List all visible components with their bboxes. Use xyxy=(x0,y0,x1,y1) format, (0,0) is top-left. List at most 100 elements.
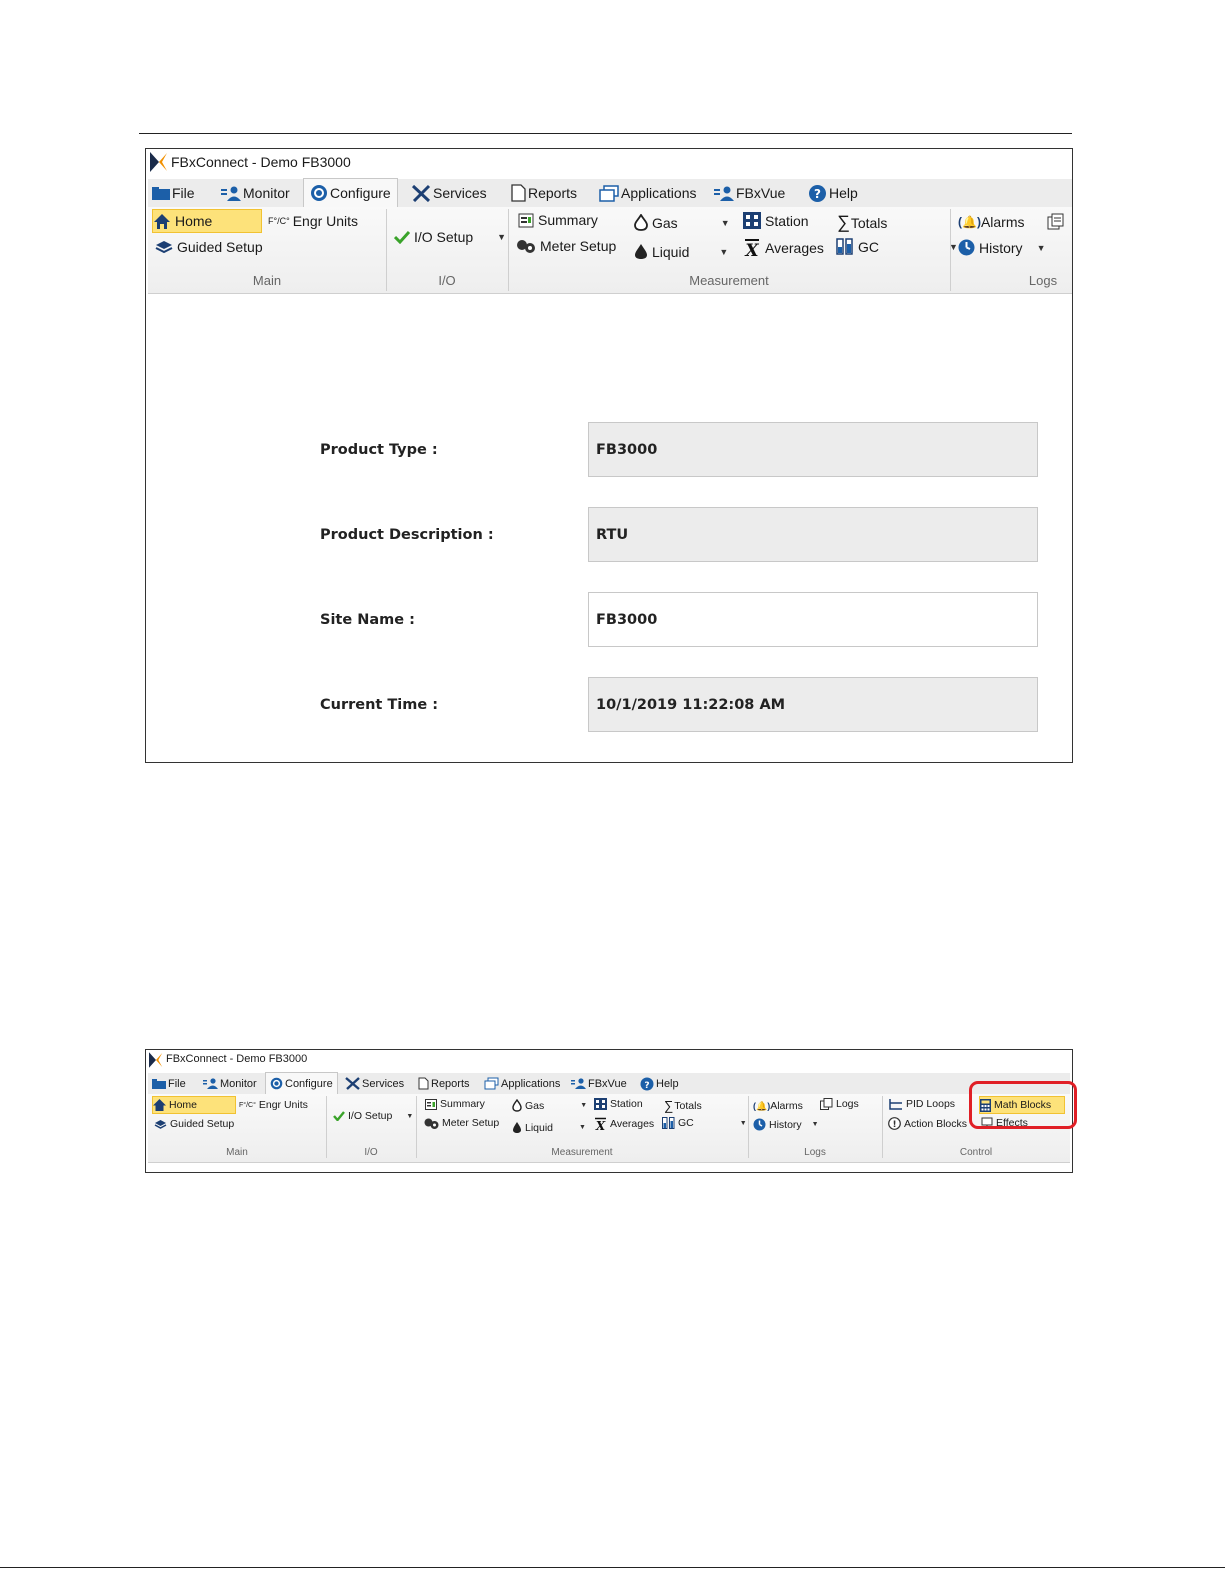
ribbon: Home F°/C° Engr Units Guided Setup Main … xyxy=(148,1094,1070,1163)
fbxvue-icon xyxy=(571,1078,586,1089)
tab-applications[interactable]: Applications xyxy=(484,1073,560,1094)
tab-help[interactable]: ? Help xyxy=(640,1073,679,1094)
totals-label: Totals xyxy=(674,1099,702,1112)
meter-setup-button[interactable]: Meter Setup xyxy=(516,238,616,254)
chevron-down-icon[interactable]: ▼ xyxy=(740,1120,747,1127)
group-logs-label: Logs xyxy=(804,1147,826,1158)
tab-fbxvue[interactable]: FBxVue xyxy=(571,1073,627,1094)
history-label: History xyxy=(979,239,1023,256)
group-main-label: Main xyxy=(226,1147,248,1158)
averages-label: Averages xyxy=(610,1118,655,1130)
averages-button[interactable]: X Averages xyxy=(594,1117,654,1131)
meter-setup-button[interactable]: Meter Setup xyxy=(424,1117,499,1129)
document-icon xyxy=(511,184,526,202)
chevron-down-icon[interactable]: ▼ xyxy=(406,1113,413,1120)
ribbon-separator xyxy=(950,209,951,291)
tab-applications-label: Applications xyxy=(501,1077,561,1090)
gas-button[interactable]: Gas ▼ xyxy=(512,1099,587,1112)
chevron-down-icon[interactable]: ▼ xyxy=(1037,243,1046,253)
tab-services[interactable]: Services xyxy=(411,179,487,207)
tab-configure[interactable]: Configure xyxy=(303,178,398,207)
liquid-button[interactable]: Liquid ▼ xyxy=(634,243,728,260)
gc-button[interactable]: GC ▼ xyxy=(836,238,958,255)
alarms-button[interactable]: (🔔) Alarms xyxy=(958,214,1025,230)
history-label: History xyxy=(769,1118,802,1131)
gc-button[interactable]: GC ▼ xyxy=(662,1117,747,1129)
group-io-label: I/O xyxy=(364,1147,378,1158)
pid-loops-button[interactable]: PID Loops xyxy=(889,1098,955,1110)
meter-setup-icon xyxy=(516,239,536,253)
tab-reports[interactable]: Reports xyxy=(511,179,577,207)
tab-help[interactable]: ? Help xyxy=(808,179,858,207)
alarms-button[interactable]: (🔔) Alarms xyxy=(753,1100,803,1112)
chevron-down-icon[interactable]: ▼ xyxy=(580,1102,587,1109)
tab-applications[interactable]: Applications xyxy=(599,179,697,207)
action-blocks-icon: ! xyxy=(888,1117,901,1130)
windows-icon xyxy=(599,184,619,202)
meter-setup-icon xyxy=(424,1118,439,1129)
product-type-label: Product Type : xyxy=(320,442,438,458)
chevron-down-icon[interactable]: ▼ xyxy=(719,247,728,257)
logs-button[interactable]: Logs xyxy=(820,1098,859,1110)
history-button[interactable]: History ▼ xyxy=(753,1118,819,1131)
menu-tab-bar: File Monitor Configure Services Reports … xyxy=(148,1072,1070,1094)
chevron-down-icon[interactable]: ▼ xyxy=(579,1124,586,1131)
engr-units-button[interactable]: F°/C° Engr Units xyxy=(268,213,358,229)
engr-units-icon: F°/C° xyxy=(268,216,290,226)
tab-services[interactable]: Services xyxy=(345,1073,404,1094)
totals-button[interactable]: ∑ Totals xyxy=(837,212,887,233)
windows-icon xyxy=(484,1077,499,1090)
station-label: Station xyxy=(765,212,809,229)
io-setup-label: I/O Setup xyxy=(414,229,474,245)
chevron-down-icon[interactable]: ▼ xyxy=(721,218,730,228)
tab-file[interactable]: File xyxy=(152,1073,186,1094)
io-setup-button[interactable]: I/O Setup ▼ xyxy=(394,229,506,245)
io-setup-button[interactable]: I/O Setup ▼ xyxy=(333,1110,413,1122)
gc-icon xyxy=(836,238,854,255)
totals-button[interactable]: ∑ Totals xyxy=(664,1098,702,1113)
station-icon xyxy=(743,212,761,229)
home-icon xyxy=(153,1099,166,1111)
tab-fbxvue[interactable]: FBxVue xyxy=(714,179,785,207)
tab-reports[interactable]: Reports xyxy=(418,1073,470,1094)
site-name-field[interactable]: FB3000 xyxy=(588,592,1038,647)
tab-file[interactable]: File xyxy=(152,179,195,207)
tab-monitor-label: Monitor xyxy=(243,185,290,201)
tab-configure-label: Configure xyxy=(330,185,391,201)
home-button[interactable]: Home xyxy=(152,1096,236,1114)
station-button[interactable]: Station xyxy=(743,212,809,229)
averages-button[interactable]: X Averages xyxy=(743,238,824,257)
chevron-down-icon[interactable]: ▼ xyxy=(812,1121,819,1128)
engr-units-button[interactable]: F°/C° Engr Units xyxy=(239,1099,308,1111)
tab-monitor[interactable]: Monitor xyxy=(203,1073,257,1094)
history-button[interactable]: History ▼ xyxy=(958,239,1045,256)
gc-icon xyxy=(662,1117,675,1129)
summary-button[interactable]: Summary xyxy=(518,212,598,228)
totals-label: Totals xyxy=(850,214,888,231)
site-name-label: Site Name : xyxy=(320,612,415,628)
guided-setup-button[interactable]: Guided Setup xyxy=(154,1118,234,1130)
group-main-label: Main xyxy=(252,273,282,288)
logs-button[interactable] xyxy=(1047,213,1069,230)
tab-configure[interactable]: Configure xyxy=(265,1072,338,1094)
station-button[interactable]: Station xyxy=(594,1098,643,1110)
liquid-button[interactable]: Liquid ▼ xyxy=(512,1121,586,1134)
guided-setup-button[interactable]: Guided Setup xyxy=(155,239,263,255)
group-io-label: I/O xyxy=(438,273,456,288)
guided-setup-label: Guided Setup xyxy=(177,239,263,255)
gas-button[interactable]: Gas ▼ xyxy=(634,214,730,231)
action-blocks-label: Action Blocks xyxy=(904,1117,968,1130)
gear-icon xyxy=(270,1077,283,1090)
math-blocks-highlight-outline xyxy=(969,1081,1077,1129)
engr-units-icon: F°/C° xyxy=(239,1101,256,1109)
menu-tab-bar: File Monitor Configure Services Reports … xyxy=(148,178,1072,207)
home-button[interactable]: Home xyxy=(152,209,262,233)
meter-setup-label: Meter Setup xyxy=(442,1117,500,1129)
chevron-down-icon[interactable]: ▼ xyxy=(497,232,506,242)
checkmark-icon xyxy=(333,1111,345,1121)
summary-button[interactable]: Summary xyxy=(425,1098,485,1110)
tab-monitor[interactable]: Monitor xyxy=(221,179,290,207)
liquid-label: Liquid xyxy=(652,243,690,260)
action-blocks-button[interactable]: ! Action Blocks xyxy=(888,1117,967,1130)
logs-icon xyxy=(1047,213,1065,230)
